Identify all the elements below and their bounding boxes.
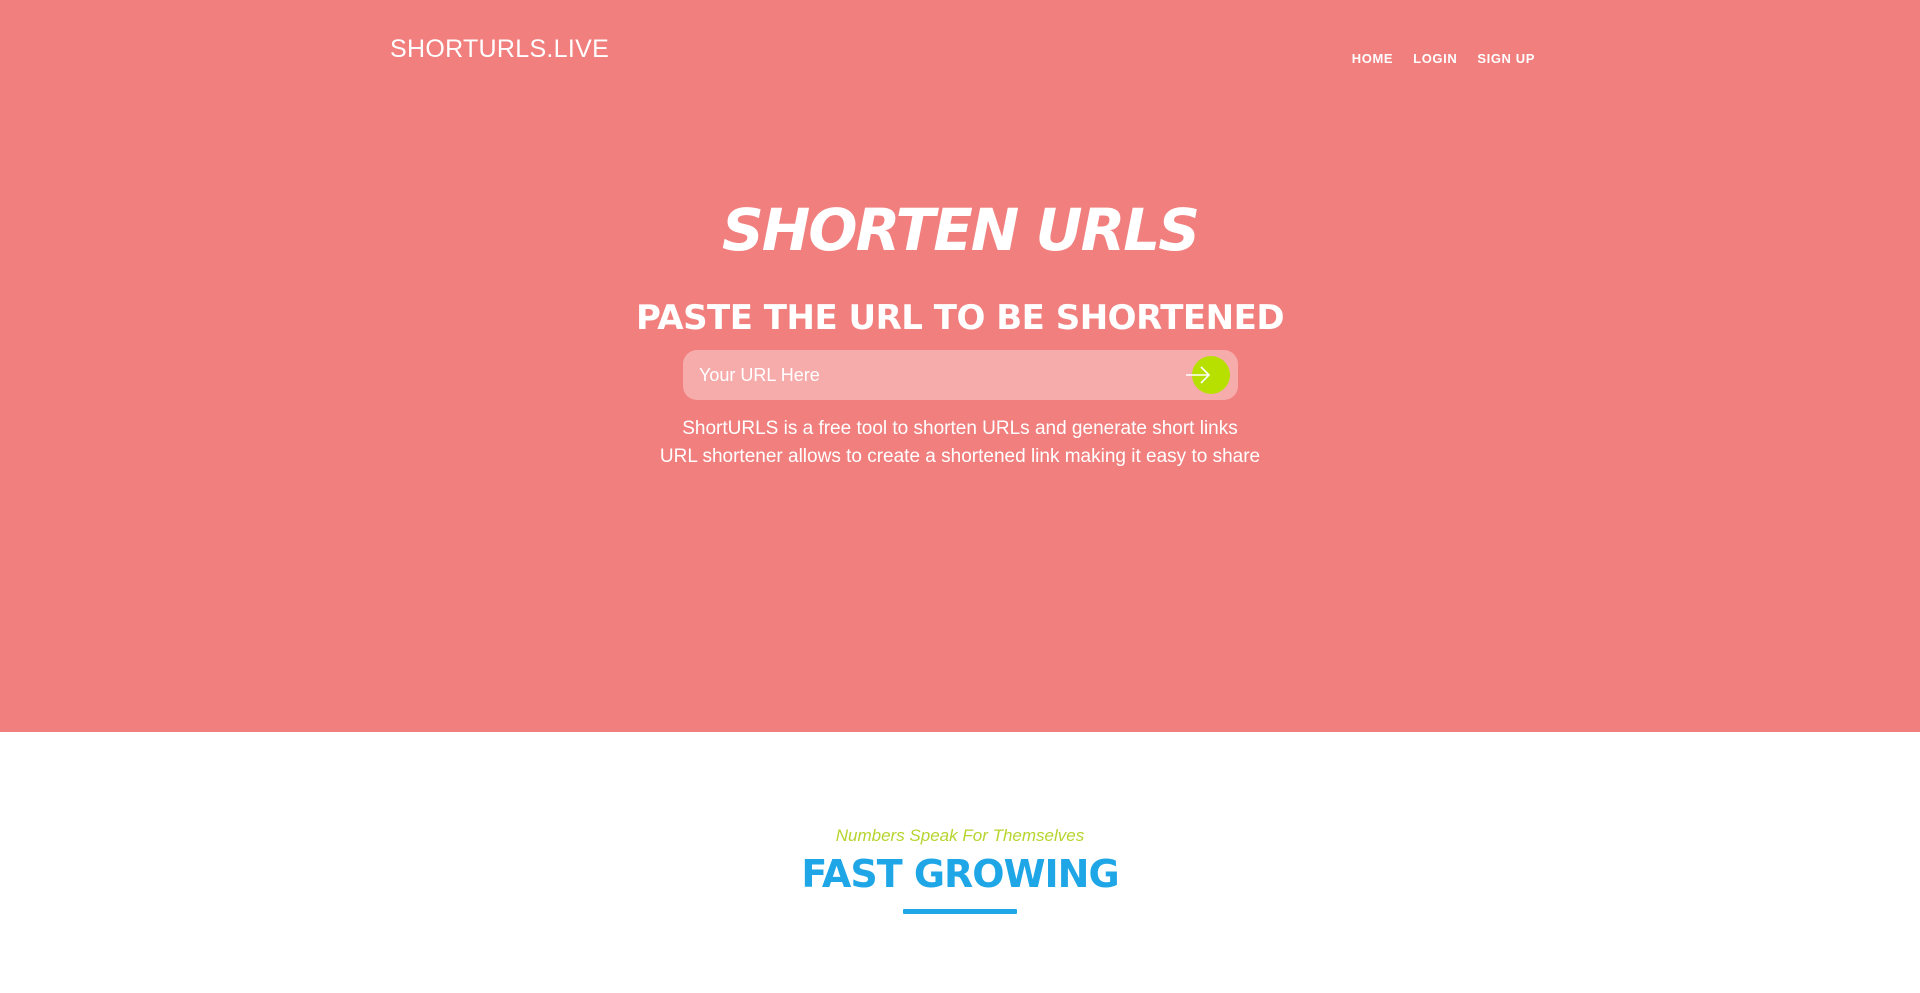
url-form	[683, 350, 1238, 400]
arrow-right-icon	[1186, 366, 1211, 384]
stats-tagline: Numbers Speak For Themselves	[835, 826, 1085, 845]
url-input[interactable]	[683, 350, 1153, 400]
hero-section: SHORTURLS.LIVE HOME LOGIN SIGN UP SHORTE…	[0, 0, 1920, 732]
nav-home-link[interactable]: HOME	[1352, 51, 1393, 66]
stats-title: FAST GROWING	[801, 852, 1119, 896]
hero-description-line: URL shortener allows to create a shorten…	[659, 446, 1261, 467]
hero-title: SHORTEN URLS	[721, 196, 1200, 264]
nav-login-link[interactable]: LOGIN	[1413, 51, 1457, 66]
title-underline	[903, 909, 1017, 914]
main-nav: HOME LOGIN SIGN UP	[1352, 51, 1535, 66]
hero-subtitle: PASTE THE URL TO BE SHORTENED	[635, 298, 1285, 338]
nav-signup-link[interactable]: SIGN UP	[1477, 51, 1535, 66]
hero-description-line: ShortURLS is a free tool to shorten URLs…	[682, 418, 1238, 439]
brand-logo[interactable]: SHORTURLS.LIVE	[390, 35, 609, 64]
shorten-submit-button[interactable]	[1186, 356, 1230, 394]
